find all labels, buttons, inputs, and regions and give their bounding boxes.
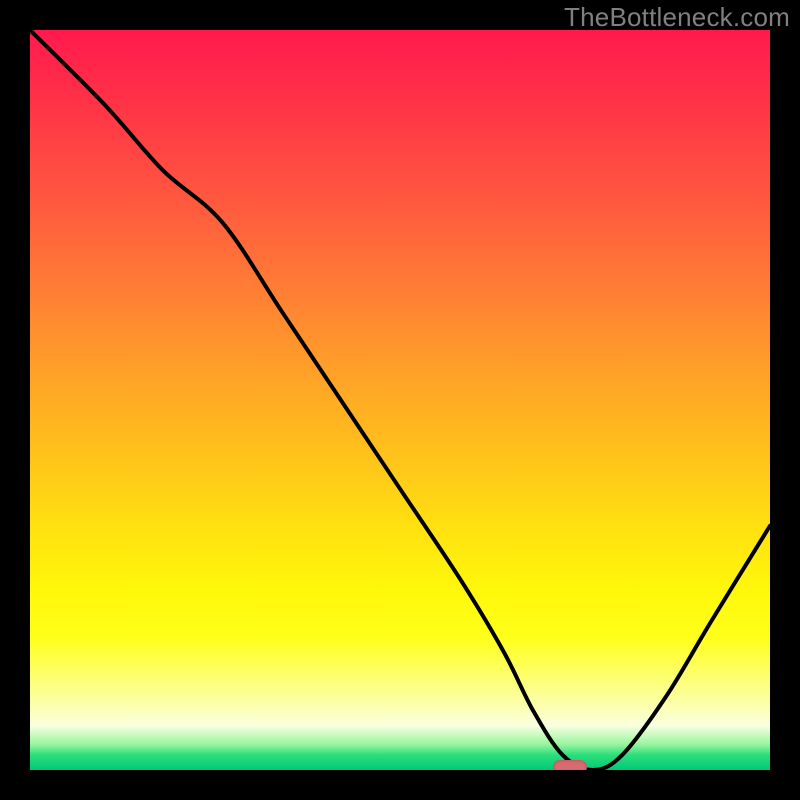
watermark-text: TheBottleneck.com [564, 2, 790, 33]
chart-frame: TheBottleneck.com [0, 0, 800, 800]
plot-area [30, 30, 770, 770]
optimal-marker [553, 760, 587, 770]
bottleneck-curve [30, 30, 770, 770]
